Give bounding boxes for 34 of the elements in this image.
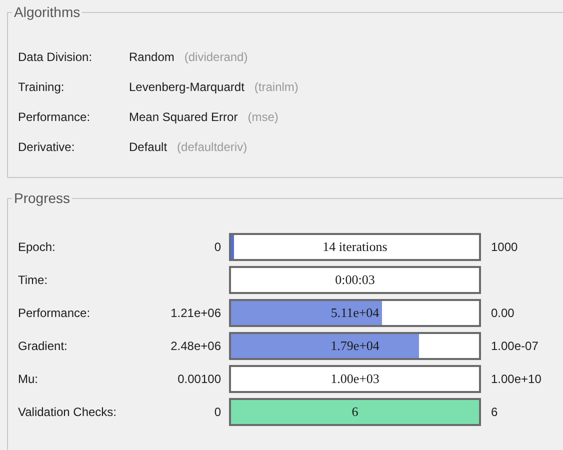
- progress-reading: 1.00e+03: [330, 370, 380, 388]
- field-label: Training:: [18, 79, 66, 96]
- progress-reading: 5.11e+04: [330, 304, 380, 322]
- end-value: 0.00: [491, 305, 514, 322]
- row-label: Validation Checks:: [18, 404, 118, 421]
- function-name: (trainlm): [254, 79, 298, 96]
- end-value: 1.00e-07: [491, 338, 538, 355]
- row-label: Mu:: [18, 371, 40, 388]
- end-value: 6: [491, 404, 498, 421]
- start-value: 1.21e+06: [170, 305, 221, 322]
- field-label: Performance:: [18, 109, 92, 126]
- function-name: (mse): [248, 109, 278, 126]
- field-value: Random: [129, 49, 174, 66]
- row-label: Epoch:: [18, 239, 56, 256]
- field-value: Levenberg-Marquardt: [129, 79, 244, 96]
- end-value: 1.00e+10: [491, 371, 542, 388]
- progress-reading: 14 iterations: [322, 238, 388, 256]
- progress-reading: 1.79e+04: [330, 337, 380, 356]
- progress-reading: 0:00:03: [334, 271, 376, 290]
- start-value: 0: [214, 404, 221, 421]
- field-value: Mean Squared Error: [129, 109, 238, 126]
- end-value: 1000: [491, 239, 518, 256]
- function-name: (dividerand): [184, 49, 248, 66]
- row-label: Gradient:: [18, 338, 68, 355]
- progress-reading: 6: [350, 403, 360, 422]
- field-label: Derivative:: [18, 139, 76, 156]
- start-value: 0.00100: [178, 371, 221, 388]
- start-value: 0: [214, 239, 221, 256]
- start-value: 2.48e+06: [170, 338, 221, 355]
- field-label: Data Division:: [18, 49, 94, 66]
- field-value: Default: [129, 139, 168, 156]
- function-name: (defaultderiv): [177, 139, 248, 156]
- row-label: Performance:: [18, 305, 92, 322]
- row-label: Time:: [18, 272, 49, 289]
